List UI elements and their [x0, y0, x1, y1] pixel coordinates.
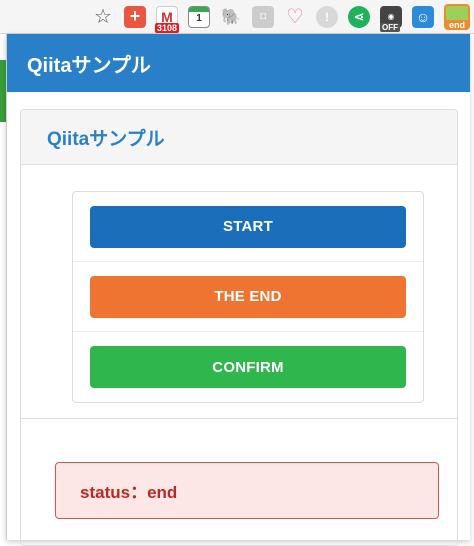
status-text: status：end	[80, 483, 178, 502]
navbar-title: Qiitaサンプル	[27, 54, 151, 77]
disabled-extension-icon[interactable]: !	[316, 5, 338, 28]
gmail-extension-icon[interactable]: M 3108	[155, 5, 180, 33]
off-badge: OFF	[380, 22, 400, 32]
panel: Qiitaサンプル START THE END CONFIRM status：e…	[20, 109, 458, 546]
status-alert: status：end	[55, 462, 439, 519]
end-badge: end	[446, 19, 468, 30]
off-extension-icon[interactable]: ◉ OFF	[380, 5, 402, 32]
add-extension-icon[interactable]: +	[124, 5, 146, 28]
button-list: START THE END CONFIRM	[72, 191, 424, 403]
bookmark-star-icon[interactable]: ☆	[92, 6, 114, 28]
list-item: START	[73, 192, 423, 262]
panel-divider	[21, 418, 457, 419]
list-item: CONFIRM	[73, 332, 423, 402]
the-end-button[interactable]: THE END	[90, 275, 406, 318]
heart-extension-icon[interactable]: ♡	[284, 6, 306, 28]
panel-heading: Qiitaサンプル	[21, 110, 457, 165]
calendar-extension-icon[interactable]: 1	[188, 5, 210, 28]
browser-toolbar: ☆ + M 3108 1 🐘 ◘ ♡ ! ⋖ ◉ OFF ☺ end	[0, 0, 474, 34]
smile-extension-icon[interactable]: ☺	[412, 5, 434, 28]
gmail-count-badge: 3108	[155, 22, 180, 33]
share-extension-icon[interactable]: ⋖	[348, 5, 370, 28]
qiita-extension-icon[interactable]: end	[444, 3, 470, 30]
extension-popup: Qiitaサンプル Qiitaサンプル START THE END CONFIR…	[6, 34, 470, 546]
start-button[interactable]: START	[90, 205, 406, 248]
confirm-button[interactable]: CONFIRM	[90, 346, 406, 388]
evernote-extension-icon[interactable]: 🐘	[220, 6, 242, 28]
list-item: THE END	[73, 262, 423, 332]
calendar-day: 1	[196, 13, 202, 24]
camera-extension-icon[interactable]: ◘	[252, 5, 274, 28]
panel-title: Qiitaサンプル	[47, 128, 165, 150]
navbar: Qiitaサンプル	[7, 34, 470, 92]
